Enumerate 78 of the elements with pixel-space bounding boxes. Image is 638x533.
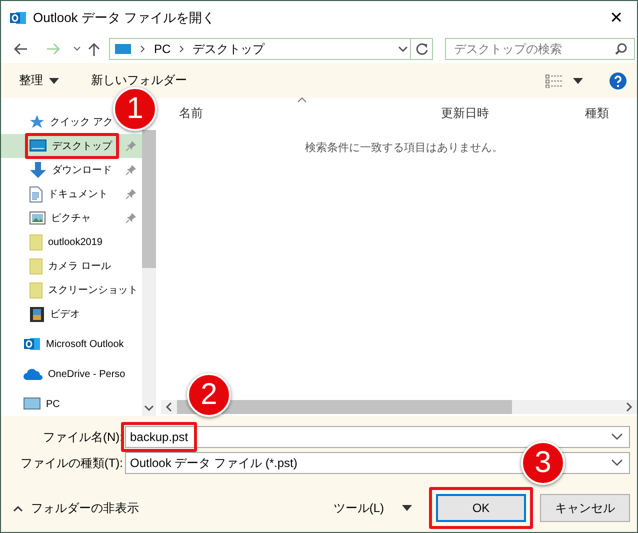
chevron-down-icon[interactable] (611, 433, 623, 441)
outlook-icon (23, 336, 41, 352)
cloud-icon (23, 367, 43, 381)
column-header[interactable]: 種類 (585, 104, 609, 122)
film-icon (29, 306, 45, 322)
item-label: クイック アク (50, 116, 113, 129)
caret-icon (49, 78, 59, 84)
window-title: Outlook データ ファイルを開く (33, 9, 216, 27)
column-header[interactable]: 更新日時 (441, 104, 489, 122)
field-label: ファイルの種類(T): (19, 454, 124, 472)
help-icon[interactable] (609, 72, 627, 90)
monitor-icon (114, 43, 132, 55)
sort-caret-icon (297, 97, 307, 103)
monitor-icon (29, 139, 47, 153)
field-label: ファイル名(N): (42, 428, 124, 446)
close-button[interactable]: ✕ (606, 8, 627, 28)
vertical-scrollbar[interactable] (142, 130, 156, 416)
chevron-up-icon (13, 504, 23, 512)
hide-folders-button[interactable]: フォルダーの非表示 (13, 500, 139, 516)
chevron-left-icon[interactable] (165, 402, 173, 412)
address-bar[interactable]: PC デスクトップ (109, 38, 411, 60)
chevron-right-icon (178, 45, 185, 53)
item-label: デスクトップ (52, 140, 112, 153)
organize-menu[interactable]: 整理 (19, 72, 59, 89)
sidebar-item[interactable]: OneDrive - Perso (1, 362, 128, 386)
folder-icon (29, 258, 43, 274)
sidebar-item[interactable]: PC (1, 392, 63, 416)
item-label: outlook2019 (48, 236, 102, 248)
star-icon (29, 114, 45, 130)
chevron-down-icon[interactable] (144, 404, 154, 412)
view-options-icon[interactable] (545, 74, 563, 88)
item-label: Microsoft Outlook (46, 338, 124, 350)
sidebar-item[interactable]: クイック アク (1, 110, 116, 134)
refresh-icon[interactable] (414, 42, 428, 56)
chevron-right-icon (140, 45, 146, 53)
chevron-down-icon[interactable] (396, 44, 410, 54)
caret-icon[interactable] (402, 505, 412, 511)
sidebar-item[interactable]: カメラ ロール (1, 254, 114, 278)
item-label: ピクチャ (51, 212, 91, 225)
item-label: ドキュメント (48, 188, 108, 201)
folder-icon (29, 282, 43, 298)
search-icon (614, 42, 628, 56)
ok-button[interactable]: OK (436, 494, 526, 522)
caret-icon[interactable] (573, 78, 583, 84)
tools-menu[interactable]: ツール(L) (333, 500, 384, 516)
file-name-input[interactable]: backup.pst (130, 430, 611, 444)
outlook-icon (9, 10, 27, 26)
down-arrow-icon (29, 161, 47, 179)
sidebar-item[interactable]: ドキュメント (1, 182, 142, 206)
sidebar-item[interactable]: スクリーンショット (1, 278, 141, 302)
sidebar-item[interactable]: ビデオ (1, 302, 83, 326)
search-input[interactable]: デスクトップの検索 (452, 41, 614, 57)
path-segment[interactable]: デスクトップ (192, 40, 265, 58)
sidebar-item[interactable]: デスクトップ (1, 134, 142, 158)
folder-icon (29, 234, 43, 250)
sidebar-item[interactable]: outlook2019 (1, 230, 106, 254)
monitor-icon (23, 397, 41, 411)
sidebar-item[interactable]: ピクチャ (1, 206, 142, 230)
item-label: ダウンロード (52, 164, 112, 177)
item-label: PC (46, 398, 60, 410)
chevron-down-icon[interactable] (611, 459, 623, 467)
new-folder-button[interactable]: 新しいフォルダー (91, 72, 187, 89)
file-name-field[interactable]: backup.pst (125, 426, 630, 448)
up-arrow-icon[interactable] (87, 41, 101, 57)
empty-message: 検索条件に一致する項目はありません。 (304, 140, 504, 155)
document-icon (29, 186, 43, 202)
item-label: スクリーンショット (48, 284, 138, 297)
column-header[interactable]: 名前 (179, 104, 203, 122)
item-label: カメラ ロール (48, 260, 111, 273)
sidebar-item[interactable]: ダウンロード (1, 158, 142, 182)
sidebar-item[interactable]: Microsoft Outlook (1, 332, 127, 356)
item-label: OneDrive - Perso (48, 368, 126, 380)
item-label: ビデオ (50, 308, 80, 321)
search-field[interactable]: デスクトップの検索 (445, 38, 635, 60)
picture-icon (29, 211, 46, 225)
path-segment[interactable]: PC (154, 42, 171, 56)
chevron-right-icon[interactable] (625, 402, 633, 412)
cancel-button[interactable]: キャンセル (540, 494, 630, 522)
